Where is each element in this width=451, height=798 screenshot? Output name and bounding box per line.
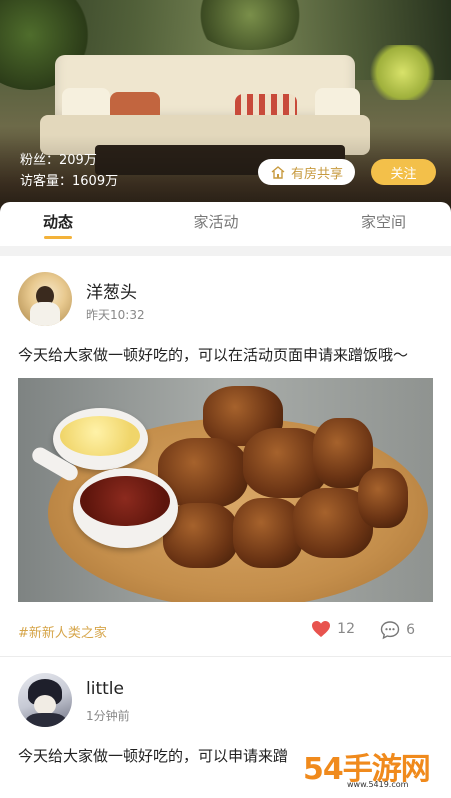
heart-icon <box>312 621 331 637</box>
photo-mayo <box>60 416 140 456</box>
tab-home-space[interactable]: 家空间 <box>316 202 451 246</box>
tab-feed[interactable]: 动态 <box>0 202 116 246</box>
fans-count: 粉丝：209万 <box>20 153 97 168</box>
watermark-url: www.5419.com <box>347 780 409 789</box>
feed-list: 洋葱头 昨天10:32 今天给大家做一顿好吃的，可以在活动页面申请来蹭饭哦～ #… <box>0 256 451 798</box>
tab-home-activities-label: 家活动 <box>193 213 239 231</box>
cover-plant <box>365 45 440 100</box>
photo-ketchup <box>80 476 170 526</box>
like-button[interactable]: 12 <box>311 620 355 638</box>
post-author: little 1分钟前 <box>18 657 433 731</box>
profile-cover: 粉丝：209万 访客量：1609万 有房共享 关注 <box>0 0 451 230</box>
author-name[interactable]: 洋葱头 <box>86 278 137 303</box>
feed-post: 洋葱头 昨天10:32 今天给大家做一顿好吃的，可以在活动页面申请来蹭饭哦～ #… <box>0 256 451 656</box>
post-time: 1分钟前 <box>86 709 130 723</box>
post-meta: #新新人类之家 12 6 <box>18 602 433 656</box>
tab-feed-label: 动态 <box>42 213 73 231</box>
profile-tabs: 动态 家活动 家空间 <box>0 202 451 246</box>
avatar[interactable] <box>18 272 72 326</box>
comment-bubble-icon <box>380 621 400 640</box>
house-share-button[interactable]: 有房共享 <box>258 159 355 185</box>
photo-chicken <box>358 468 408 528</box>
tab-home-activities[interactable]: 家活动 <box>116 202 316 246</box>
tab-home-space-label: 家空间 <box>360 213 406 231</box>
comment-count: 6 <box>406 622 415 638</box>
like-count: 12 <box>337 621 355 637</box>
post-author: 洋葱头 昨天10:32 <box>18 256 433 330</box>
post-time: 昨天10:32 <box>86 308 145 322</box>
post-tag[interactable]: #新新人类之家 <box>18 622 107 641</box>
author-name[interactable]: little <box>86 679 124 699</box>
house-share-icon <box>271 166 285 179</box>
avatar[interactable] <box>18 673 72 727</box>
active-tab-indicator <box>44 236 72 239</box>
comment-button[interactable]: 6 <box>380 620 415 640</box>
house-share-label: 有房共享 <box>290 166 343 182</box>
post-photo[interactable] <box>18 378 433 602</box>
post-text: 今天给大家做一顿好吃的，可以在活动页面申请来蹭饭哦～ <box>18 346 409 364</box>
profile-stats: 粉丝：209万 访客量：1609万 <box>20 150 118 192</box>
follow-button[interactable]: 关注 <box>371 159 436 185</box>
visitor-count: 访客量：1609万 <box>20 174 119 189</box>
site-watermark: 54手游网 www.5419.com <box>297 742 445 794</box>
